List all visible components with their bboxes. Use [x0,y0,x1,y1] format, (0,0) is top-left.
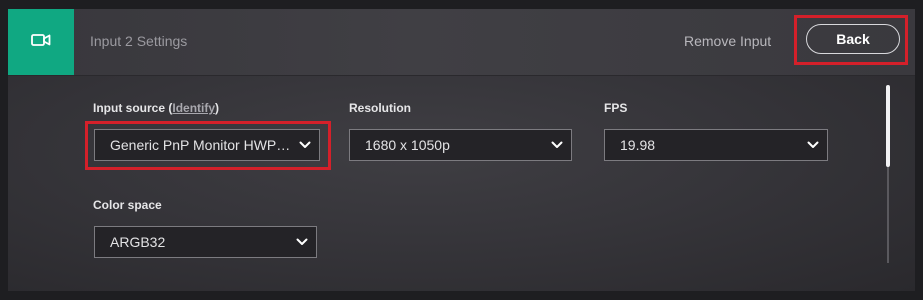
fps-value: 19.98 [620,137,656,153]
scrollbar[interactable] [886,85,890,263]
chevron-down-icon [291,141,319,149]
chevron-down-icon [799,141,827,149]
back-button[interactable]: Back [806,24,900,54]
chevron-down-icon [543,141,571,149]
input-source-dropdown[interactable]: Generic PnP Monitor HWP2... [94,129,320,161]
remove-input-button[interactable]: Remove Input [684,33,771,49]
video-camera-icon [31,33,51,52]
scrollbar-thumb[interactable] [886,85,890,167]
color-space-value: ARGB32 [110,234,166,250]
back-button-highlight: Back [794,15,908,65]
input-source-label: Input source [93,101,166,115]
input-source-label-row: Input source (Identify) [93,101,220,115]
fps-label: FPS [604,101,628,115]
scrollbar-track[interactable] [887,167,889,263]
chevron-down-icon [288,238,316,246]
resolution-label: Resolution [349,101,411,115]
input-settings-panel: Input 2 Settings Remove Input Back Input… [8,9,915,291]
resolution-dropdown[interactable]: 1680 x 1050p [349,129,572,161]
fps-dropdown[interactable]: 19.98 [604,129,828,161]
color-space-dropdown[interactable]: ARGB32 [94,226,317,258]
color-space-label: Color space [93,198,162,212]
resolution-value: 1680 x 1050p [365,137,450,153]
header-bar: Input 2 Settings Remove Input [8,9,915,76]
page-title: Input 2 Settings [90,33,188,49]
input-source-value: Generic PnP Monitor HWP2... [110,137,291,153]
input-type-tile [8,9,74,75]
identify-link[interactable]: Identify [172,101,215,115]
